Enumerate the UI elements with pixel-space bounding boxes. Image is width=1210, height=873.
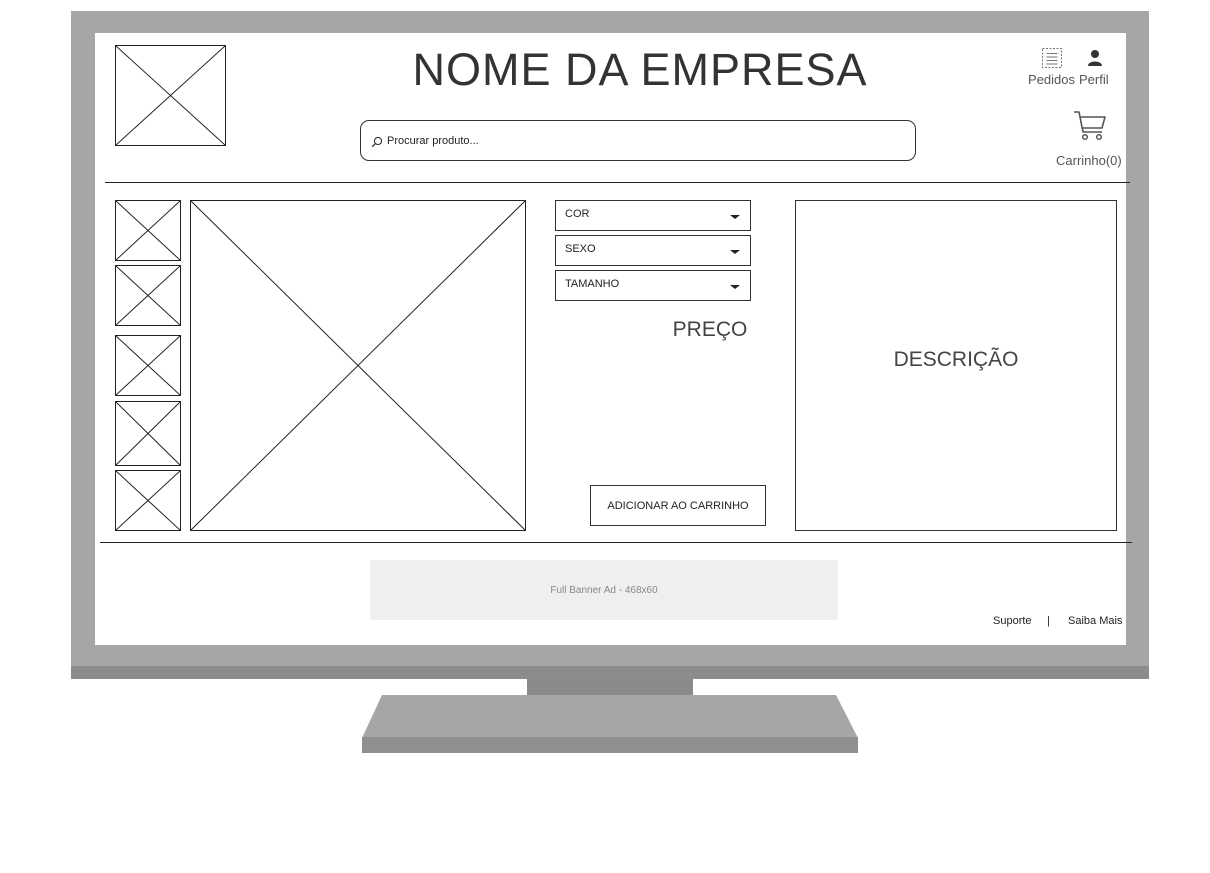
ad-banner[interactable]: Full Banner Ad - 468x60 bbox=[370, 560, 838, 620]
description-label: DESCRIÇÃO bbox=[893, 348, 1019, 371]
search-input[interactable] bbox=[387, 134, 887, 147]
chevron-down-icon bbox=[730, 250, 740, 254]
ad-banner-label: Full Banner Ad - 468x60 bbox=[550, 584, 658, 596]
footer-separator: | bbox=[1047, 615, 1050, 627]
company-name: NOME DA EMPRESA bbox=[412, 44, 868, 95]
cart-link[interactable]: Carrinho(0) bbox=[1056, 153, 1122, 168]
product-thumbnail[interactable] bbox=[115, 470, 181, 531]
content-divider bbox=[100, 542, 1132, 543]
monitor-chin bbox=[71, 666, 1149, 679]
header-divider bbox=[105, 182, 1130, 183]
gender-select-label: SEXO bbox=[565, 243, 596, 255]
company-logo-placeholder[interactable] bbox=[115, 45, 226, 146]
search-icon bbox=[371, 135, 383, 147]
price-label: PREÇO bbox=[672, 318, 748, 341]
user-icon[interactable] bbox=[1086, 49, 1104, 67]
list-icon[interactable] bbox=[1041, 47, 1063, 69]
color-select-label: COR bbox=[565, 208, 590, 220]
profile-link[interactable]: Perfil bbox=[1079, 72, 1109, 87]
chevron-down-icon bbox=[730, 215, 740, 219]
size-select[interactable]: TAMANHO bbox=[555, 270, 751, 301]
product-thumbnail[interactable] bbox=[115, 401, 181, 466]
learn-more-link[interactable]: Saiba Mais bbox=[1068, 615, 1122, 627]
orders-link[interactable]: Pedidos bbox=[1028, 72, 1075, 87]
gender-select[interactable]: SEXO bbox=[555, 235, 751, 266]
add-to-cart-button[interactable]: ADICIONAR AO CARRINHO bbox=[590, 485, 766, 526]
shopping-cart-icon[interactable] bbox=[1073, 110, 1107, 142]
size-select-label: TAMANHO bbox=[565, 278, 620, 290]
monitor-stand bbox=[362, 695, 858, 738]
chevron-down-icon bbox=[730, 285, 740, 289]
product-thumbnail[interactable] bbox=[115, 265, 181, 326]
description-panel: DESCRIÇÃO bbox=[795, 200, 1117, 531]
product-thumbnail[interactable] bbox=[115, 200, 181, 261]
search-bar[interactable] bbox=[360, 120, 916, 161]
product-thumbnail[interactable] bbox=[115, 335, 181, 396]
monitor-stand-base bbox=[362, 737, 858, 753]
support-link[interactable]: Suporte bbox=[993, 615, 1032, 627]
color-select[interactable]: COR bbox=[555, 200, 751, 231]
product-main-image-placeholder[interactable] bbox=[190, 200, 526, 531]
